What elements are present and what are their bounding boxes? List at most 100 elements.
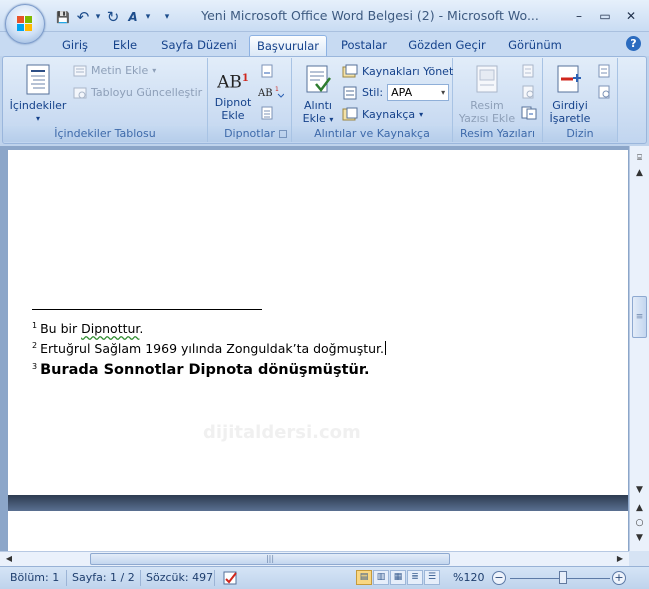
undo-icon[interactable]: ↶	[74, 8, 92, 26]
update-table-of-figures-icon[interactable]	[521, 85, 535, 99]
document-page[interactable]: 1 Bu bir Dipnottur. 2 Ertuğrul Sağlam 1969…	[8, 150, 628, 495]
customize-qat-icon[interactable]: ▾	[160, 8, 174, 26]
footnote-3[interactable]: 3 Burada Sonnotlar Dipnota dönüşmüştür.	[32, 362, 369, 378]
mark-entry-label-1: Girdiyi	[552, 99, 588, 112]
redo-icon[interactable]: ↻	[104, 8, 122, 26]
zoom-slider-thumb[interactable]	[558, 571, 567, 584]
horizontal-thumb-grip-icon: |||	[265, 554, 275, 563]
insert-caption-label-1: Resim	[470, 99, 504, 112]
help-icon[interactable]: ?	[626, 36, 641, 51]
insert-caption-button[interactable]: Resim Yazısı Ekle	[457, 64, 517, 125]
zoom-out-icon[interactable]: −	[492, 571, 506, 585]
tab-ekle[interactable]: Ekle	[105, 35, 145, 56]
table-of-contents-icon	[26, 64, 50, 95]
mark-entry-button[interactable]: Girdiyi İşaretle	[547, 64, 593, 125]
toc-button-label: İçindekiler	[9, 99, 67, 112]
status-bar: Bölüm: 1 Sayfa: 1 / 2 Sözcük: 497 ▤ ▥ ▦ …	[0, 566, 649, 589]
insert-citation-label-2: Ekle ▾	[298, 112, 338, 126]
cross-reference-icon[interactable]	[521, 106, 537, 120]
next-footnote-icon[interactable]: AB 1	[258, 85, 284, 99]
window-controls: – ▭ ✕	[567, 6, 643, 26]
manage-sources-icon	[342, 64, 358, 78]
toc-button[interactable]: İçindekiler ▾	[9, 64, 67, 125]
tab-sayfa-duzeni[interactable]: Sayfa Düzeni	[158, 35, 240, 56]
office-button[interactable]	[5, 4, 45, 44]
add-text-button[interactable]: Metin Ekle ▾	[73, 64, 156, 77]
captions-group: Resim Yazısı Ekle Resim Yazıları	[453, 58, 543, 142]
tab-postalar[interactable]: Postalar	[335, 35, 393, 56]
footnote-ab-sup: 1	[241, 73, 249, 84]
mark-entry-icon	[557, 65, 581, 93]
ribbon-tabs: Giriş Ekle Sayfa Düzeni Başvurular Posta…	[0, 32, 649, 56]
insert-index-icon[interactable]	[597, 64, 611, 78]
bibliography-dropdown-icon: ▾	[419, 109, 424, 119]
next-page-icon[interactable]: ▼	[632, 531, 647, 546]
footnote-3-text: Burada Sonnotlar Dipnota dönüşmüştür.	[40, 362, 370, 378]
document-area: 1 Bu bir Dipnottur. 2 Ertuğrul Sağlam 1969…	[0, 146, 629, 551]
full-screen-reading-view-icon[interactable]: ▥	[373, 570, 389, 585]
maximize-icon[interactable]: ▭	[593, 6, 617, 26]
title-bar: 💾 ↶ ▾ ↻ A ▾ ▾ Yeni Microsoft Office Word…	[0, 0, 649, 32]
zoom-in-icon[interactable]: +	[612, 571, 626, 585]
minimize-icon[interactable]: –	[567, 6, 591, 26]
insert-citation-button[interactable]: Alıntı Ekle ▾	[298, 64, 338, 126]
zoom-level[interactable]: %120	[453, 571, 484, 584]
tab-gorunum[interactable]: Görünüm	[500, 35, 570, 56]
section-indicator[interactable]: Bölüm: 1	[10, 571, 59, 584]
text-cursor	[385, 341, 387, 355]
horizontal-scroll-thumb[interactable]: |||	[90, 553, 450, 565]
bibliography-label: Kaynakça	[362, 107, 416, 121]
show-notes-icon[interactable]	[260, 106, 274, 120]
insert-footnote-button[interactable]: AB1 Dipnot Ekle	[212, 66, 254, 122]
web-layout-view-icon[interactable]: ▦	[390, 570, 406, 585]
scroll-right-icon[interactable]: ▶	[613, 552, 627, 565]
footnotes-dialog-launcher-icon[interactable]	[279, 130, 287, 138]
tab-gozden-gecir[interactable]: Gözden Geçir	[405, 35, 489, 56]
word-count[interactable]: Sözcük: 497	[146, 571, 213, 584]
update-table-button[interactable]: Tabloyu Güncelleştir	[73, 86, 202, 99]
tab-basvurular[interactable]: Başvurular	[249, 35, 327, 56]
scroll-down-icon[interactable]: ▼	[632, 483, 647, 498]
manage-sources-button[interactable]: Kaynakları Yönet	[342, 64, 453, 78]
vertical-thumb-grip-icon: ≡	[635, 312, 644, 322]
page-indicator[interactable]: Sayfa: 1 / 2	[72, 571, 135, 584]
outline-view-icon[interactable]: ≣	[407, 570, 423, 585]
previous-page-icon[interactable]: ▲	[632, 501, 647, 516]
style-icon	[343, 86, 357, 99]
proofing-icon[interactable]	[222, 570, 240, 586]
bibliography-button[interactable]: Kaynakça ▾	[342, 107, 423, 121]
style-selector: Stil: APA ▾	[342, 84, 450, 101]
insert-citation-dropdown-icon: ▾	[329, 115, 334, 124]
print-layout-view-icon[interactable]: ▤	[356, 570, 372, 585]
draft-view-icon[interactable]: ☰	[424, 570, 440, 585]
status-separator	[140, 570, 141, 586]
footnote-2-number: 2	[32, 341, 38, 350]
format-icon[interactable]: A	[124, 8, 142, 26]
vertical-scrollbar[interactable]: ⌸ ▲ ≡ ▼ ▲ ○ ▼	[629, 146, 649, 551]
svg-text:AB: AB	[258, 88, 273, 99]
format-dropdown-icon[interactable]: ▾	[144, 8, 152, 26]
add-text-label: Metin Ekle	[91, 64, 149, 77]
insert-table-of-figures-icon[interactable]	[521, 64, 535, 78]
select-browse-object-icon[interactable]: ○	[632, 516, 647, 531]
scroll-up-icon[interactable]: ▲	[632, 166, 647, 181]
tab-giris[interactable]: Giriş	[55, 35, 95, 56]
footnote-2[interactable]: 2 Ertuğrul Sağlam 1969 yılında Zonguldak’…	[32, 341, 387, 356]
footnote-separator	[32, 309, 262, 310]
status-separator	[214, 570, 215, 586]
scroll-left-icon[interactable]: ◀	[2, 552, 16, 565]
footnote-1[interactable]: 1 Bu bir Dipnottur.	[32, 321, 143, 336]
add-text-dropdown-icon: ▾	[152, 66, 157, 75]
close-icon[interactable]: ✕	[619, 6, 643, 26]
update-index-icon[interactable]	[597, 85, 611, 99]
document-page-2[interactable]	[8, 511, 628, 551]
save-icon[interactable]: 💾	[54, 8, 72, 26]
footnote-1-punct: .	[139, 321, 144, 336]
style-dropdown[interactable]: APA ▾	[387, 84, 450, 101]
ruler-toggle-icon[interactable]: ⌸	[632, 150, 647, 165]
vertical-scroll-thumb[interactable]: ≡	[632, 296, 647, 338]
horizontal-scrollbar[interactable]: ◀ ||| ▶	[0, 551, 629, 566]
undo-dropdown-icon[interactable]: ▾	[94, 8, 102, 26]
insert-endnote-icon[interactable]	[260, 64, 274, 78]
scrollbar-corner	[629, 551, 649, 566]
